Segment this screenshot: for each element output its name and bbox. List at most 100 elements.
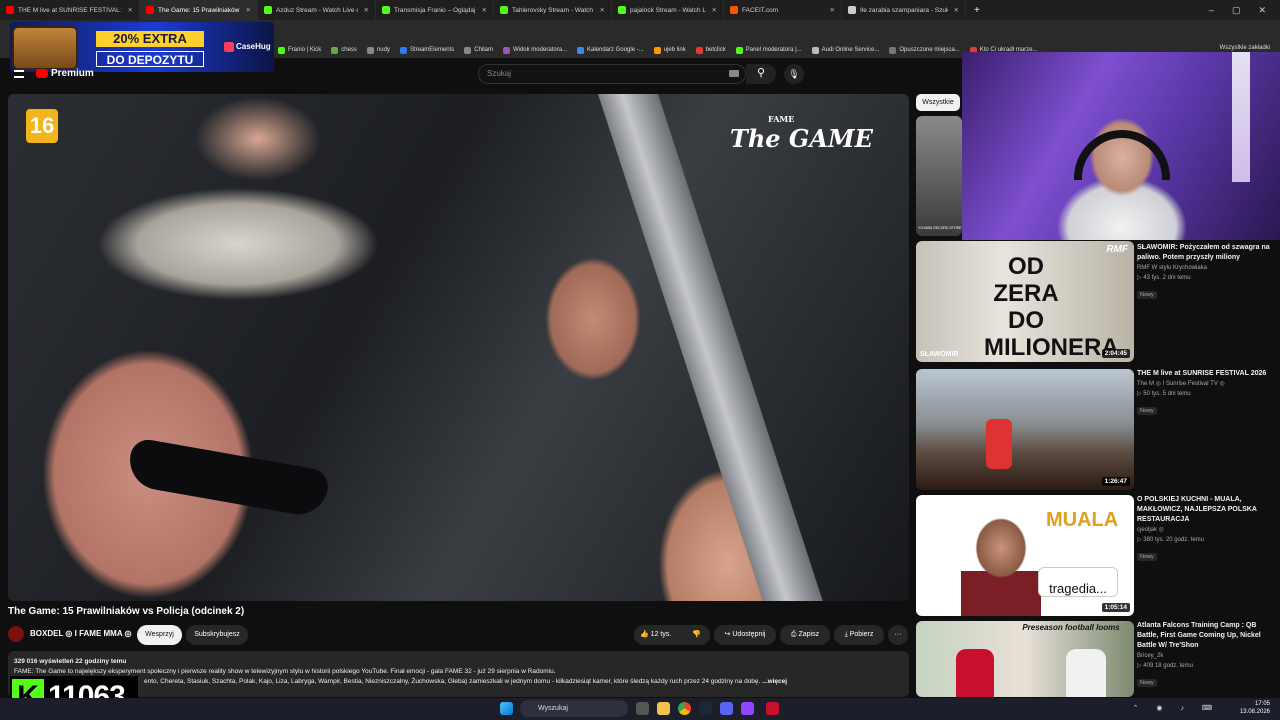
share-button[interactable]: ↪ Udostępnij bbox=[714, 625, 776, 645]
system-tray[interactable]: ⌃ ◉ ♪ ⌨ bbox=[1133, 704, 1220, 712]
bookmark-item[interactable]: Franio | Kick bbox=[278, 46, 321, 54]
description-box[interactable]: 329 016 wyświetleń 22 godziny temu FAME:… bbox=[8, 651, 909, 697]
subscribed-button[interactable]: Subskrybujesz bbox=[186, 625, 248, 645]
list-item[interactable]: Atlanta Falcons Training Camp : QB Battl… bbox=[1137, 621, 1277, 689]
filter-chip-all[interactable]: Wszystkie bbox=[916, 94, 960, 111]
bookmark-item[interactable]: Opuszczone miejsca... bbox=[889, 46, 960, 54]
video-thumbnail[interactable]: MUALA tragedia... 1:05:14 bbox=[916, 495, 1134, 616]
casehug-ad[interactable]: 20% EXTRA DO DEPOZYTU CaseHug bbox=[10, 22, 274, 72]
bookmark-item[interactable]: Audi Online Service... bbox=[811, 46, 879, 54]
more-actions-button[interactable]: ··· bbox=[888, 625, 908, 645]
task-view-icon[interactable] bbox=[636, 702, 649, 715]
webcam-overlay bbox=[962, 52, 1280, 240]
discord-icon[interactable] bbox=[720, 702, 733, 715]
windows-start-icon[interactable] bbox=[500, 702, 513, 715]
channel-name[interactable]: BOXDEL ◎ I FAME MMA ◎ bbox=[30, 629, 132, 638]
search-input[interactable]: Szukaj bbox=[478, 64, 746, 84]
player-figure bbox=[1066, 649, 1106, 697]
bookmark-item[interactable]: Chilam bbox=[464, 46, 493, 54]
bookmark-label: Panel moderatora |... bbox=[745, 47, 802, 53]
app-icon[interactable] bbox=[766, 702, 779, 715]
video-thumbnail[interactable]: OD ZERA DO MILIONERA SŁAWOMIR RMF 2:04:4… bbox=[916, 241, 1134, 362]
list-item[interactable]: THE M live at SUNRISE FESTIVAL 2026 The … bbox=[1137, 369, 1277, 417]
thumbnail-caption: YOYABU RECORD STORE bbox=[918, 226, 962, 230]
thumbnail-text: MUALA bbox=[1046, 509, 1119, 531]
thumbnail-label: SŁAWOMIR bbox=[920, 351, 959, 358]
youtube-logo[interactable]: Premium bbox=[36, 68, 94, 79]
bookmark-item[interactable]: Kalendarz Google -... bbox=[577, 46, 644, 54]
browser-tab[interactable]: Azduz Stream - Watch Live on Kick ✕ bbox=[258, 0, 376, 20]
tab-close-icon[interactable]: ✕ bbox=[482, 6, 487, 14]
bookmark-item[interactable]: nudy bbox=[366, 46, 390, 54]
mic-button[interactable]: 🎙 bbox=[784, 64, 804, 84]
tab-close-icon[interactable]: ✕ bbox=[246, 6, 251, 14]
minimize-icon[interactable]: – bbox=[1209, 5, 1214, 15]
bookmark-item[interactable]: StreamElements bbox=[399, 46, 455, 54]
dislike-button[interactable]: 👎 bbox=[683, 625, 710, 645]
tab-strip: THE M live at SUNRISE FESTIVAL 2026✕The … bbox=[0, 0, 1280, 20]
new-badge: Nowy bbox=[1137, 553, 1157, 561]
support-button[interactable]: Wesprzyj bbox=[137, 625, 182, 645]
video-thumbnail[interactable]: Preseason football looms bbox=[916, 621, 1134, 697]
chrome-icon[interactable] bbox=[678, 702, 691, 715]
bookmark-label: Opuszczone miejsca... bbox=[899, 47, 960, 53]
save-button[interactable]: ⎙ Zapisz bbox=[780, 625, 830, 645]
browser-tab[interactable]: The Game: 15 Prawilniaków vs Policja ✕ bbox=[140, 0, 258, 20]
bookmark-icon bbox=[278, 46, 285, 54]
tab-close-icon[interactable]: ✕ bbox=[954, 6, 959, 14]
thumbnail-text: OD ZERA DO MILIONERA bbox=[984, 253, 1119, 361]
video-duration: 2:04:45 bbox=[1101, 349, 1130, 358]
tab-close-icon[interactable]: ✕ bbox=[364, 6, 369, 14]
browser-tab[interactable]: Transmisja Franio – Oglądaj na żywo ✕ bbox=[376, 0, 494, 20]
video-title: THE M live at SUNRISE FESTIVAL 2026 bbox=[1137, 370, 1267, 377]
tab-close-icon[interactable]: ✕ bbox=[128, 6, 133, 14]
bookmark-icon bbox=[577, 46, 584, 54]
views-and-date: ▷ 43 tys. 2 dni temu bbox=[1137, 275, 1191, 281]
download-button[interactable]: ⤓ Pobierz bbox=[834, 625, 884, 645]
list-item[interactable]: O POLSKIEJ KUCHNI - MUALA, MAKŁOWICZ, NA… bbox=[1137, 495, 1277, 563]
bookmark-item[interactable]: betclick bbox=[695, 46, 726, 54]
channel-name: RMF W stylu Krychowiaka bbox=[1137, 265, 1208, 271]
steam-icon[interactable] bbox=[699, 702, 712, 715]
tab-close-icon[interactable]: ✕ bbox=[712, 6, 717, 14]
channel-avatar[interactable] bbox=[8, 626, 24, 642]
browser-tab[interactable]: FACEIT.com ✕ bbox=[724, 0, 842, 20]
file-explorer-icon[interactable] bbox=[657, 702, 670, 715]
list-item[interactable]: SŁAWOMIR: Pożyczałem od szwagra na paliw… bbox=[1137, 243, 1277, 301]
video-title: SŁAWOMIR: Pożyczałem od szwagra na paliw… bbox=[1137, 244, 1270, 261]
more-link[interactable]: ...więcej bbox=[762, 678, 787, 685]
close-icon[interactable]: ✕ bbox=[1258, 5, 1266, 16]
thumbnail-text: Preseason football looms bbox=[1022, 623, 1120, 632]
browser-tab[interactable]: pajalock Stream - Watch Live on ✕ bbox=[612, 0, 724, 20]
browser-tab[interactable]: Tahlerovsky Stream - Watch Live on ✕ bbox=[494, 0, 612, 20]
bookmark-icon bbox=[889, 46, 897, 54]
taskbar-search[interactable]: Wyszukaj bbox=[520, 700, 628, 717]
bookmark-item[interactable]: ujeb link bbox=[653, 46, 686, 54]
browser-tab[interactable]: THE M live at SUNRISE FESTIVAL 2026 ✕ bbox=[0, 0, 140, 20]
new-tab-button[interactable]: + bbox=[966, 5, 988, 16]
bookmark-item[interactable]: chess bbox=[331, 46, 357, 54]
video-player[interactable]: 16 FAME The GAME bbox=[8, 94, 909, 601]
browser-tab[interactable]: Ile zarabia szampaniara - Szukaj ✕ bbox=[842, 0, 966, 20]
menu-icon[interactable] bbox=[14, 70, 24, 78]
tab-label: Tahlerovsky Stream - Watch Live on bbox=[512, 6, 594, 14]
all-bookmarks[interactable]: Wszystkie zakładki bbox=[1220, 45, 1270, 51]
tab-close-icon[interactable]: ✕ bbox=[600, 6, 605, 14]
video-thumbnail[interactable]: YOYABU RECORD STORE bbox=[916, 116, 962, 236]
clock[interactable]: 17:05 13.08.2026 bbox=[1240, 700, 1270, 716]
tab-favicon-icon bbox=[618, 6, 626, 14]
bookmark-icon bbox=[811, 46, 819, 54]
tab-label: THE M live at SUNRISE FESTIVAL 2026 bbox=[18, 6, 122, 14]
video-thumbnail[interactable]: 1:26:47 bbox=[916, 369, 1134, 490]
bookmark-item[interactable]: Panel moderatora |... bbox=[735, 46, 802, 54]
video-duration: 1:05:14 bbox=[1101, 603, 1130, 612]
bookmark-item[interactable]: Widok moderatora... bbox=[502, 46, 567, 54]
maximize-icon[interactable]: ▢ bbox=[1232, 5, 1241, 16]
keyboard-icon[interactable] bbox=[729, 70, 739, 77]
tab-favicon-icon bbox=[848, 6, 856, 14]
tab-close-icon[interactable]: ✕ bbox=[830, 6, 835, 14]
obs-icon[interactable] bbox=[741, 702, 754, 715]
bookmark-label: chess bbox=[341, 47, 357, 53]
bookmark-label: StreamElements bbox=[409, 47, 455, 53]
search-button[interactable]: ⚲ bbox=[746, 64, 776, 84]
